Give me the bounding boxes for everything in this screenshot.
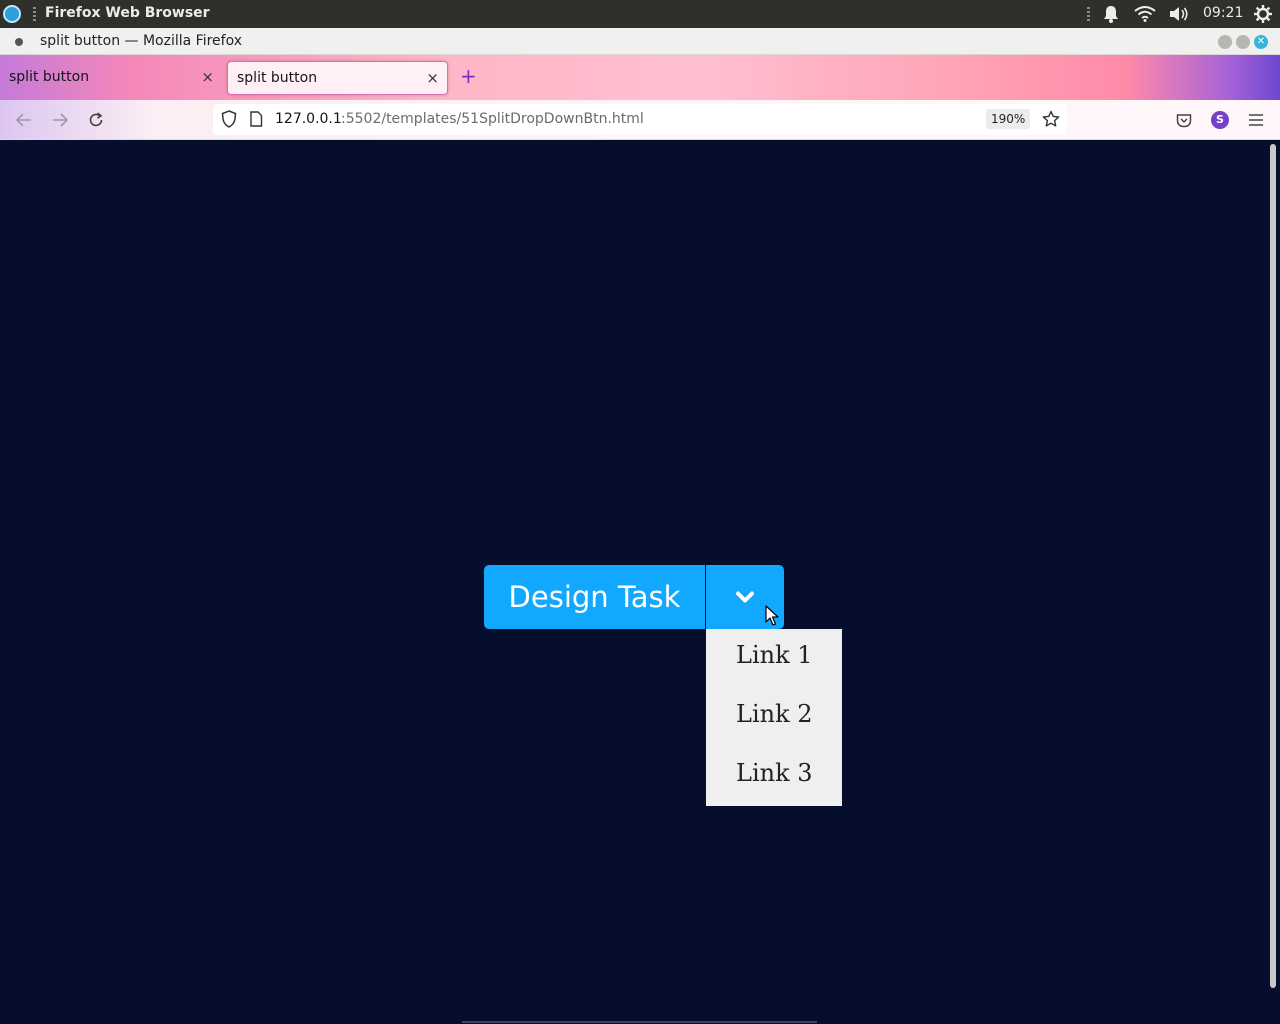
clock[interactable]: 09:21 <box>1203 5 1243 21</box>
tab-close-icon[interactable]: × <box>201 68 214 86</box>
tab-label: split button <box>9 69 90 85</box>
close-window-button[interactable]: ✕ <box>1254 35 1268 49</box>
tab-strip: split button × split button × <box>0 55 1280 100</box>
tab-split-button-2[interactable]: split button × <box>227 61 448 95</box>
window-menu-icon[interactable] <box>15 38 23 46</box>
page-bottom-divider <box>462 1021 817 1023</box>
forward-arrow-icon[interactable] <box>50 110 70 130</box>
panel-grip-icon <box>33 7 36 21</box>
tracking-shield-icon[interactable] <box>219 109 239 129</box>
active-app-name[interactable]: Firefox Web Browser <box>45 5 210 21</box>
url-path: :5502/templates/51SplitDropDownBtn.html <box>341 111 644 127</box>
dropdown-item-link-2[interactable]: Link 2 <box>736 700 813 728</box>
mouse-pointer-icon <box>765 605 779 626</box>
address-bar[interactable]: 127.0.0.1 :5502/templates/51SplitDropDow… <box>213 104 1067 135</box>
design-task-button[interactable]: Design Task <box>484 565 705 629</box>
minimize-button[interactable] <box>1218 35 1232 49</box>
ubuntu-logo-icon[interactable] <box>3 5 21 23</box>
wifi-icon[interactable] <box>1133 4 1157 24</box>
window-title: split button — Mozilla Firefox <box>40 33 243 49</box>
window-titlebar[interactable]: split button — Mozilla Firefox ✕ <box>0 28 1280 55</box>
hamburger-menu-icon[interactable] <box>1246 110 1266 130</box>
page-info-icon[interactable] <box>246 109 266 129</box>
pocket-icon[interactable] <box>1174 110 1194 130</box>
dropdown-item-link-1[interactable]: Link 1 <box>736 641 813 669</box>
reload-icon[interactable] <box>86 110 106 130</box>
dropdown-menu: Link 1 Link 2 Link 3 <box>706 629 842 806</box>
maximize-button[interactable] <box>1236 35 1250 49</box>
navigation-toolbar: 127.0.0.1 :5502/templates/51SplitDropDow… <box>0 100 1280 140</box>
panel-grip-icon <box>1087 7 1090 21</box>
dropdown-item-link-3[interactable]: Link 3 <box>736 759 813 787</box>
zoom-level-badge[interactable]: 190% <box>986 109 1031 129</box>
notification-bell-icon[interactable] <box>1101 4 1121 24</box>
chevron-down-icon <box>736 591 754 603</box>
settings-gear-icon[interactable] <box>1253 4 1273 24</box>
system-top-bar: Firefox Web Browser 09:21 <box>0 0 1280 28</box>
volume-icon[interactable] <box>1168 4 1190 24</box>
vertical-scrollbar[interactable] <box>1270 144 1276 988</box>
tab-close-icon[interactable]: × <box>426 69 439 87</box>
bookmark-star-icon[interactable] <box>1041 109 1061 129</box>
account-avatar[interactable]: S <box>1211 111 1229 129</box>
back-arrow-icon[interactable] <box>14 110 34 130</box>
tab-split-button-1[interactable]: split button × <box>0 61 222 95</box>
new-tab-button[interactable]: + <box>460 64 477 88</box>
url-host: 127.0.0.1 <box>275 111 342 127</box>
tab-label: split button <box>237 70 318 86</box>
